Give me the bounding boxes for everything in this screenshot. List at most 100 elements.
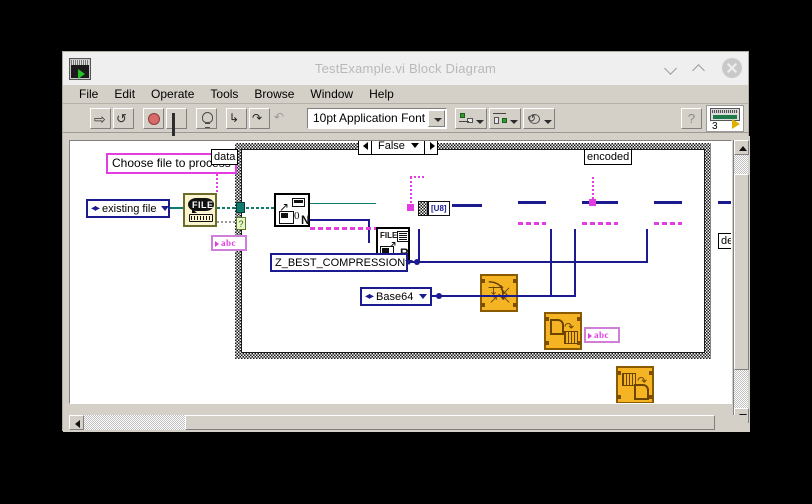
chevron-down-icon[interactable] (419, 294, 427, 299)
title-bar: TestExample.vi Block Diagram (63, 52, 748, 85)
menu-item-help[interactable]: Help (361, 85, 402, 103)
diagram-area: False Choose file to process ◂▸ existing… (63, 136, 750, 432)
toolbar: ⇨ ↺ ↳ ↷ ↶ 10pt Application Font ↺ ? 3 (63, 104, 748, 137)
horizontal-scroll-thumb[interactable] (185, 415, 715, 430)
encoded-label: encoded (584, 149, 633, 165)
wire-label-to-file-dialog (216, 174, 218, 194)
string-terminal-icon (588, 333, 592, 339)
menu-bar: File Edit Operate Tools Browse Window He… (63, 85, 748, 104)
case-selector[interactable]: False (358, 140, 438, 155)
scrollbar-corner (733, 415, 748, 430)
pause-icon (172, 112, 182, 137)
horizontal-scrollbar[interactable] (69, 415, 715, 430)
highlight-execution-button[interactable] (196, 107, 217, 129)
tunnel-path[interactable] (236, 202, 245, 213)
wire-base64-bus (432, 295, 576, 297)
step-into-icon: ↳ (229, 110, 240, 125)
reorder-objects-button[interactable]: ↺ (523, 107, 555, 129)
maximize-button[interactable] (686, 55, 712, 81)
encoding-format-control[interactable]: ◂▸ Base64 (360, 287, 432, 306)
string-to-u8-array-terminal[interactable]: [U8] (418, 201, 450, 216)
encode-data-node[interactable]: ↷ (544, 312, 582, 350)
menu-item-edit[interactable]: Edit (106, 85, 143, 103)
lightbulb-icon (202, 111, 213, 128)
chevron-down-icon (476, 119, 484, 124)
wire-error-cluster (310, 227, 382, 230)
run-arrow-icon (732, 119, 740, 129)
menu-item-operate[interactable]: Operate (143, 85, 202, 103)
wire-to-data-indicator-h (410, 176, 426, 178)
chevron-down-icon (665, 62, 678, 75)
step-out-icon: ↶ (274, 109, 285, 124)
step-out-button[interactable]: ↶ (272, 108, 293, 129)
wire-to-data-indicator (410, 177, 412, 205)
data-indicator-glyph: abc (221, 238, 236, 248)
updown-arrows-icon: ◂▸ (91, 203, 100, 214)
decode-data-node[interactable]: ↷ (616, 366, 654, 403)
file-dialog-node[interactable]: FILE (183, 193, 217, 227)
menu-item-window[interactable]: Window (302, 85, 361, 103)
align-objects-button[interactable] (455, 107, 487, 129)
data-label: data (211, 149, 239, 165)
step-into-button[interactable]: ↳ (226, 107, 247, 129)
abort-execution-button[interactable] (143, 107, 164, 129)
wire-base64-to-decode (574, 229, 576, 297)
chevron-down-icon[interactable] (428, 109, 445, 127)
font-select-value: 10pt Application Font (313, 111, 426, 125)
wire-decode-to-decompress (654, 201, 682, 204)
minimize-button[interactable] (658, 55, 684, 81)
string-terminal-icon (215, 241, 219, 247)
vertical-scrollbar[interactable] (733, 140, 749, 423)
data-string-indicator[interactable]: abc (211, 235, 247, 251)
open-create-replace-file-node[interactable]: ↗ 0 N (274, 193, 310, 227)
scroll-up-button[interactable] (734, 140, 749, 155)
compress-data-node[interactable]: ⤵ ⟶ ↘ ↙ ↗ ↖ (480, 274, 518, 312)
scroll-left-button[interactable] (69, 415, 84, 430)
chevron-down-icon (510, 119, 518, 124)
case-structure[interactable] (235, 143, 711, 359)
window-buttons (658, 55, 742, 81)
compression-level-control[interactable]: Z_BEST_COMPRESSION (270, 253, 414, 272)
context-help-number: 3 (712, 121, 718, 132)
menu-item-tools[interactable]: Tools (202, 85, 246, 103)
pause-button[interactable] (166, 107, 187, 137)
case-prev-button[interactable] (359, 141, 372, 154)
help-button[interactable]: ? (681, 108, 702, 129)
font-select[interactable]: 10pt Application Font (307, 107, 447, 129)
screen: TestExample.vi Block Diagram File Edit O… (0, 0, 812, 504)
existing-file-value: existing file (102, 202, 157, 215)
tunnel-conditional[interactable]: ? (236, 217, 246, 230)
chevron-down-icon[interactable] (161, 206, 170, 211)
wire-error-decode (654, 222, 682, 225)
case-next-button[interactable] (423, 141, 437, 154)
vertical-scroll-thumb[interactable] (734, 174, 749, 370)
menu-item-file[interactable]: File (71, 85, 106, 103)
u8-type-label: [U8] (428, 201, 450, 216)
wire-error-encode (582, 222, 618, 225)
run-continuously-icon: ↺ (116, 110, 127, 126)
run-continuously-button[interactable]: ↺ (113, 107, 134, 129)
wire-to-encoded-indicator (592, 177, 594, 201)
run-button[interactable]: ⇨ (90, 107, 111, 129)
encoded-string-indicator[interactable]: abc (584, 327, 620, 343)
updown-arrows-icon: ◂▸ (365, 291, 374, 302)
abort-icon (148, 112, 160, 125)
context-help-window[interactable]: 3 (706, 105, 744, 132)
run-arrow-icon: ⇨ (94, 110, 106, 127)
existing-file-control[interactable]: ◂▸ existing file (86, 199, 170, 218)
menu-item-browse[interactable]: Browse (246, 85, 302, 103)
wire-compression-to-compress (418, 229, 420, 263)
step-over-icon: ↷ (252, 110, 263, 125)
wire-blue-ocr-v (368, 219, 370, 243)
step-over-button[interactable]: ↷ (249, 107, 270, 129)
wire-existing-file (170, 207, 184, 209)
chevron-down-icon (544, 119, 552, 124)
distribute-objects-button[interactable] (489, 107, 521, 129)
close-icon[interactable] (722, 58, 742, 78)
wire-decompress-out (718, 201, 731, 204)
case-selector-value: False (378, 140, 405, 152)
block-diagram-canvas[interactable]: False Choose file to process ◂▸ existing… (69, 140, 732, 404)
wire-encode-to-decode (582, 201, 618, 204)
chevron-up-icon (693, 62, 706, 75)
chevron-down-icon[interactable] (410, 143, 419, 148)
